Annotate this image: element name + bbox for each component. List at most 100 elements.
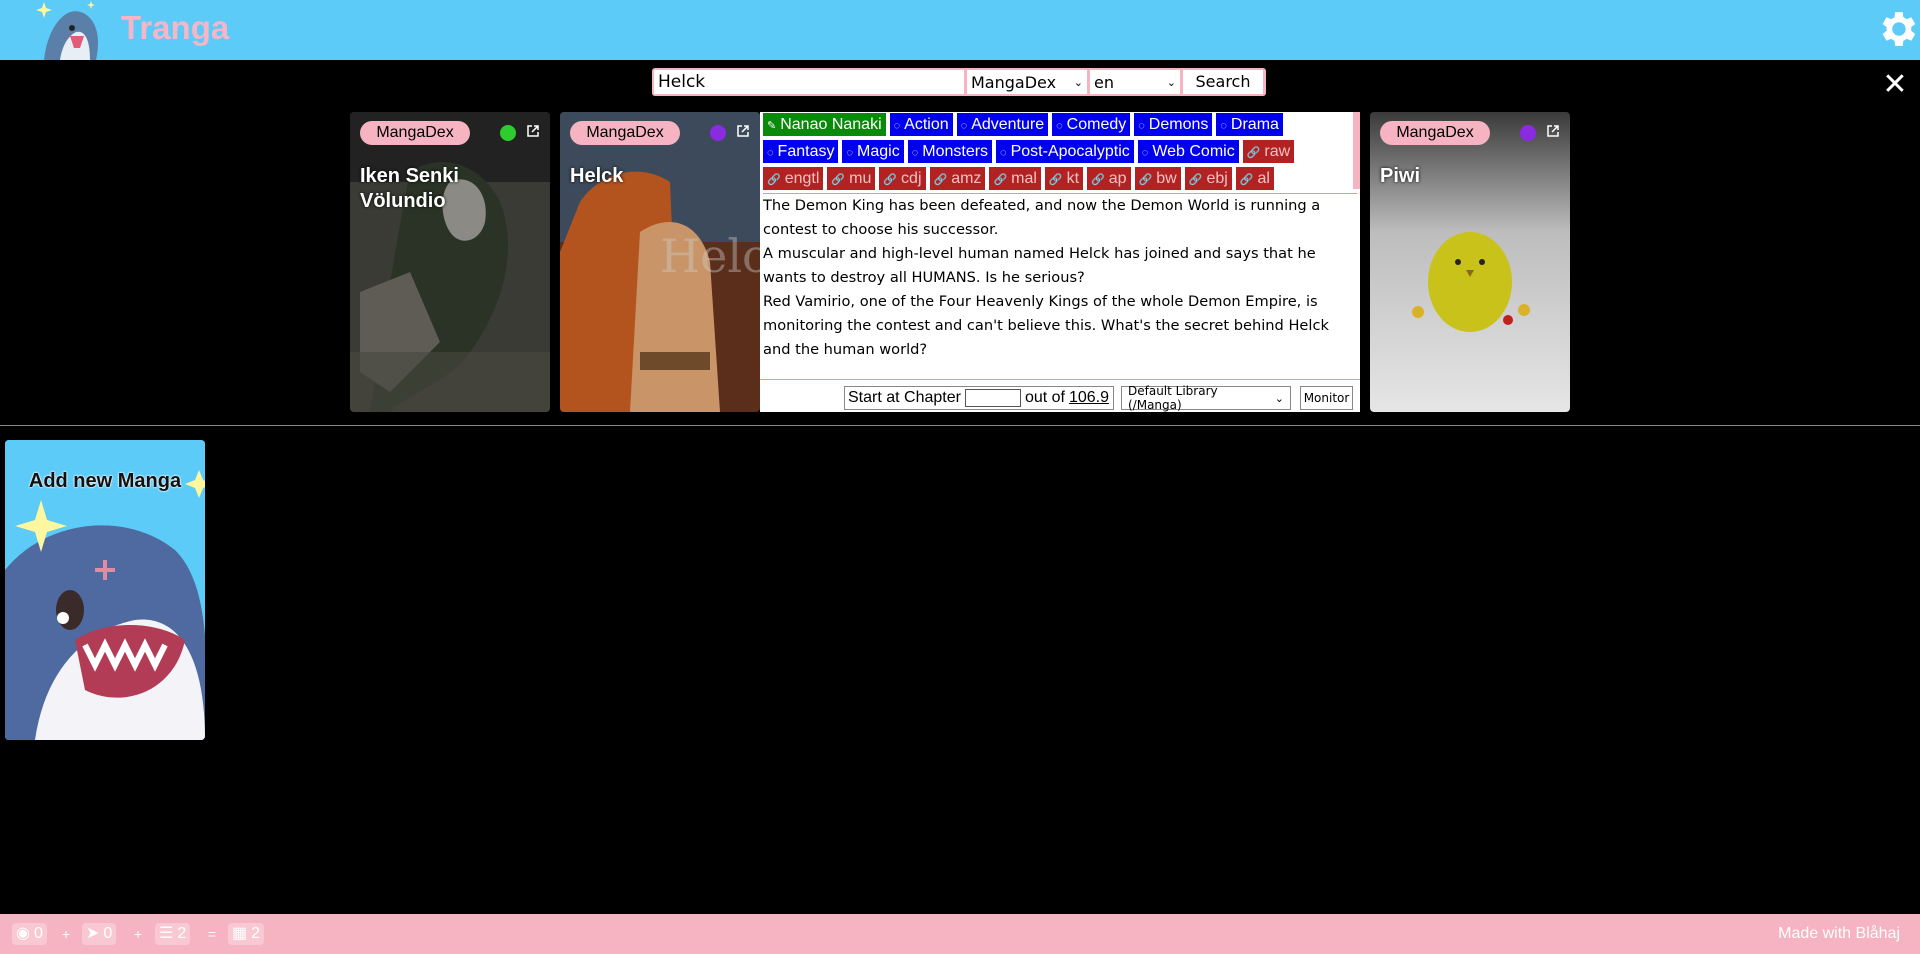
tag-icon: ◌ — [1138, 120, 1145, 132]
start-chapter-label: Start at Chapter — [848, 389, 961, 406]
link-tag[interactable]: 🔗 ebj — [1184, 167, 1232, 190]
blahaj-logo — [36, 1, 98, 60]
status-footer: ◉ 0 + ➤ 0 + ☰ 2 = ▦ 2 Made with Blåhaj — [0, 914, 1920, 954]
tag-icon: ◌ — [911, 147, 919, 159]
link-icon: 🔗 — [1246, 147, 1261, 159]
made-with-text: Made with Blåhaj — [1778, 925, 1900, 942]
section-divider — [0, 425, 1920, 426]
plus-operator: + — [134, 926, 143, 942]
monitoring-count[interactable]: ◉ 0 — [12, 923, 47, 945]
genre-tag: ◌ Monsters — [907, 140, 993, 163]
genre-tag: ◌ Magic — [842, 140, 904, 163]
external-link-icon[interactable] — [1546, 124, 1560, 138]
start-chapter-group: Start at Chapter out of 106.9 — [844, 386, 1114, 410]
manga-cover-image — [1370, 112, 1570, 412]
link-tag[interactable]: 🔗 bw — [1134, 167, 1181, 190]
chevron-down-icon: ⌄ — [1166, 75, 1176, 89]
link-icon: 🔗 — [1091, 174, 1105, 186]
manga-title: Iken Senki Völundio — [360, 165, 459, 212]
result-card-helck[interactable]: Helck MangaDex Helck — [560, 112, 760, 412]
app-header: Tranga — [0, 0, 1920, 60]
description-paragraph: The Demon King has been defeated, and no… — [763, 197, 1321, 238]
tag-icon: ◌ — [1220, 120, 1227, 132]
link-icon: 🔗 — [831, 174, 846, 186]
genre-tag: ◌ Demons — [1134, 113, 1213, 136]
tag-icon: ◌ — [1056, 120, 1063, 132]
link-icon: 🔗 — [1048, 174, 1063, 186]
link-tag[interactable]: 🔗 ap — [1087, 167, 1131, 190]
library-icon: ▦ — [232, 925, 248, 942]
link-tag[interactable]: 🔗 mu — [827, 167, 876, 190]
link-tag[interactable]: 🔗 raw — [1242, 140, 1295, 163]
language-select[interactable]: en ⌄ — [1090, 70, 1180, 94]
tag-icon: ◌ — [960, 120, 968, 132]
manga-cover-image: Helck — [560, 112, 760, 412]
app-title: Tranga — [121, 9, 230, 46]
total-count[interactable]: ▦ 2 — [228, 923, 265, 945]
person-icon: ✎ — [767, 120, 777, 132]
close-icon[interactable]: ✕ — [1880, 70, 1910, 100]
max-chapter-value: 106.9 — [1068, 389, 1110, 406]
result-card-iken-senki[interactable]: MangaDex Iken Senki Völundio — [350, 112, 550, 412]
search-button[interactable]: Search — [1183, 70, 1263, 94]
description-paragraph: A muscular and high-level human named He… — [763, 245, 1316, 286]
library-select-value: Default Library (/Manga) — [1128, 384, 1218, 412]
genre-tag: ◌ Adventure — [956, 113, 1049, 136]
tag-icon: ◌ — [846, 147, 854, 159]
author-tag[interactable]: ✎ Nanao Nanaki — [763, 113, 886, 136]
running-count[interactable]: ➤ 0 — [82, 923, 117, 945]
search-input[interactable] — [654, 70, 964, 94]
queued-count[interactable]: ☰ 2 — [155, 923, 191, 945]
status-dot — [1520, 125, 1536, 141]
tag-list-scrollbar[interactable] — [1353, 112, 1360, 189]
tag-icon: ◌ — [1000, 147, 1007, 159]
svg-text:Helck: Helck — [660, 229, 760, 283]
add-manga-card[interactable]: Add new Manga — [5, 440, 205, 740]
monitor-controls: Start at Chapter out of 106.9 Default Li… — [760, 379, 1360, 413]
manga-description: The Demon King has been defeated, and no… — [763, 193, 1357, 362]
link-icon: 🔗 — [993, 174, 1008, 186]
tag-icon: ◌ — [893, 120, 901, 132]
site-select[interactable]: MangaDex ⌄ — [967, 70, 1087, 94]
link-tag[interactable]: 🔗 amz — [929, 167, 986, 190]
tag-icon: ◌ — [1141, 147, 1149, 159]
status-dot — [710, 125, 726, 141]
genre-tag: ◌ Comedy — [1052, 113, 1131, 136]
eye-icon: ◉ — [16, 925, 30, 942]
chevron-down-icon: ⌄ — [1073, 75, 1083, 89]
link-icon: 🔗 — [1188, 174, 1203, 186]
description-paragraph: Red Vamirio, one of the Four Heavenly Ki… — [763, 293, 1329, 358]
genre-tag: ◌ Fantasy — [763, 140, 839, 163]
site-badge: MangaDex — [570, 121, 680, 145]
manga-detail-panel: ✎ Nanao Nanaki ◌ Action ◌ Adventure ◌ Comedy… — [760, 112, 1360, 412]
plus-operator: + — [62, 926, 71, 942]
genre-tag: ◌ Web Comic — [1137, 140, 1239, 163]
genre-tag: ◌ Action — [889, 113, 953, 136]
site-badge: MangaDex — [360, 121, 470, 145]
genre-tag: ◌ Post-Apocalyptic — [996, 140, 1134, 163]
manga-cover-image — [350, 112, 550, 412]
library-select[interactable]: Default Library (/Manga) ⌄ — [1121, 384, 1291, 412]
result-card-piwi[interactable]: MangaDex Piwi — [1370, 112, 1570, 412]
monitor-button[interactable]: Monitor — [1300, 386, 1353, 410]
chevron-down-icon: ⌄ — [1274, 391, 1284, 405]
site-badge: MangaDex — [1380, 121, 1490, 145]
manga-title: Piwi — [1380, 165, 1421, 187]
equals-operator: = — [208, 926, 217, 942]
link-tag[interactable]: 🔗 al — [1235, 167, 1274, 190]
link-tag[interactable]: 🔗 mal — [989, 167, 1041, 190]
link-icon: 🔗 — [1239, 174, 1254, 186]
tag-icon: ◌ — [767, 147, 774, 159]
tag-list: ✎ Nanao Nanaki ◌ Action ◌ Adventure ◌ Comedy… — [763, 112, 1345, 190]
status-dot — [500, 125, 516, 141]
external-link-icon[interactable] — [526, 124, 540, 138]
link-tag[interactable]: 🔗 cdj — [879, 167, 926, 190]
external-link-icon[interactable] — [736, 124, 750, 138]
link-tag[interactable]: 🔗 engtl — [763, 167, 824, 190]
start-chapter-input[interactable] — [964, 389, 1021, 407]
link-tag[interactable]: 🔗 kt — [1044, 167, 1084, 190]
search-bar: MangaDex ⌄ en ⌄ Search — [652, 68, 1266, 96]
link-icon: 🔗 — [883, 174, 898, 186]
gear-icon[interactable] — [1874, 6, 1920, 52]
add-manga-label: Add new Manga — [28, 470, 182, 492]
